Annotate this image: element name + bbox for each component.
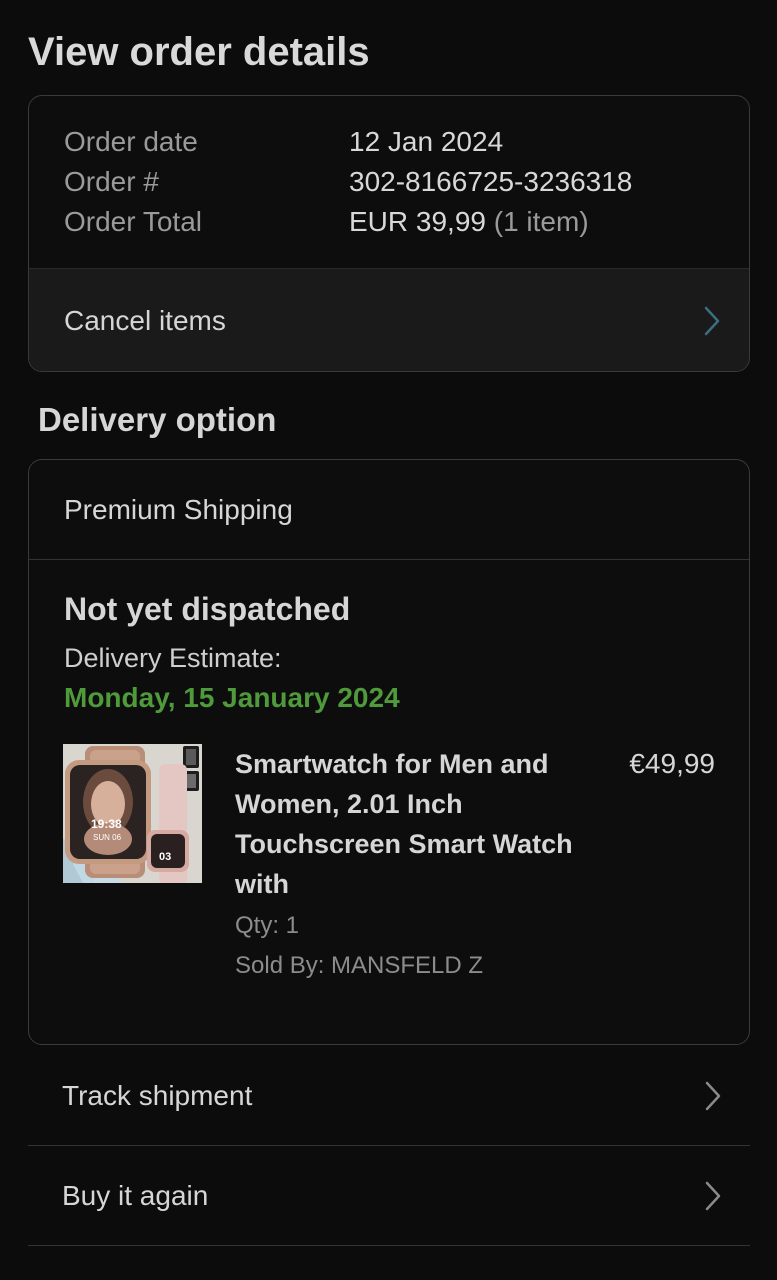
buy-it-again-label: Buy it again xyxy=(62,1179,209,1211)
order-total-item-count: (1 item) xyxy=(493,206,589,237)
dispatch-status: Not yet dispatched xyxy=(64,591,351,627)
product-seller: Sold By: MANSFELD Z xyxy=(235,952,484,979)
order-date-value: 12 Jan 2024 xyxy=(349,126,504,157)
cancel-items-button[interactable]: Cancel items xyxy=(29,268,749,371)
page-title: View order details xyxy=(28,30,370,74)
buy-it-again-button[interactable]: Buy it again xyxy=(28,1146,750,1246)
order-number-label: Order # xyxy=(64,166,159,197)
delivery-option-heading: Delivery option xyxy=(38,401,277,438)
order-number-value: 302-8166725-3236318 xyxy=(349,166,633,197)
track-shipment-label: Track shipment xyxy=(62,1079,253,1111)
shipping-method: Premium Shipping xyxy=(29,460,749,560)
thumbnail-watch-date: SUN 06 xyxy=(93,833,122,842)
order-details-page: View order details Order date 12 Jan 202… xyxy=(0,0,777,1280)
order-total-row: Order Total EUR 39,99 (1 item) xyxy=(64,202,632,242)
order-date-label: Order date xyxy=(64,126,198,157)
delivery-card: Premium Shipping Not yet dispatched Deli… xyxy=(28,459,750,1045)
order-number-row: Order # 302-8166725-3236318 xyxy=(64,162,632,202)
chevron-right-icon xyxy=(704,1081,722,1111)
chevron-right-icon xyxy=(704,1181,722,1211)
order-total-label: Order Total xyxy=(64,206,202,237)
product-title-link[interactable]: Smartwatch for Men and Women, 2.01 Inch … xyxy=(235,744,575,904)
delivery-estimate-label: Delivery Estimate: xyxy=(64,643,282,673)
product-meta: Qty: 1 Sold By: MANSFELD Z xyxy=(235,906,483,986)
track-shipment-button[interactable]: Track shipment xyxy=(28,1046,750,1146)
order-total-amount: EUR 39,99 xyxy=(349,206,486,237)
order-summary-card: Order date 12 Jan 2024 Order # 302-81667… xyxy=(28,95,750,372)
product-quantity: Qty: 1 xyxy=(235,912,300,939)
product-thumbnail[interactable]: 19:38 SUN 06 03 xyxy=(63,744,202,883)
cancel-items-label: Cancel items xyxy=(64,305,226,336)
delivery-estimate-date: Monday, 15 January 2024 xyxy=(64,682,400,713)
order-date-row: Order date 12 Jan 2024 xyxy=(64,122,632,162)
order-summary-rows: Order date 12 Jan 2024 Order # 302-81667… xyxy=(64,122,632,242)
order-total-value: EUR 39,99 (1 item) xyxy=(349,206,589,238)
thumbnail-small-watch-digits: 03 xyxy=(159,851,171,863)
delivery-status-block: Not yet dispatched Delivery Estimate: Mo… xyxy=(64,588,400,718)
chevron-right-icon xyxy=(703,306,721,336)
product-price: €49,99 xyxy=(629,748,715,779)
smartwatch-product-image: 19:38 SUN 06 03 xyxy=(63,744,202,883)
thumbnail-watch-time: 19:38 xyxy=(91,817,122,831)
